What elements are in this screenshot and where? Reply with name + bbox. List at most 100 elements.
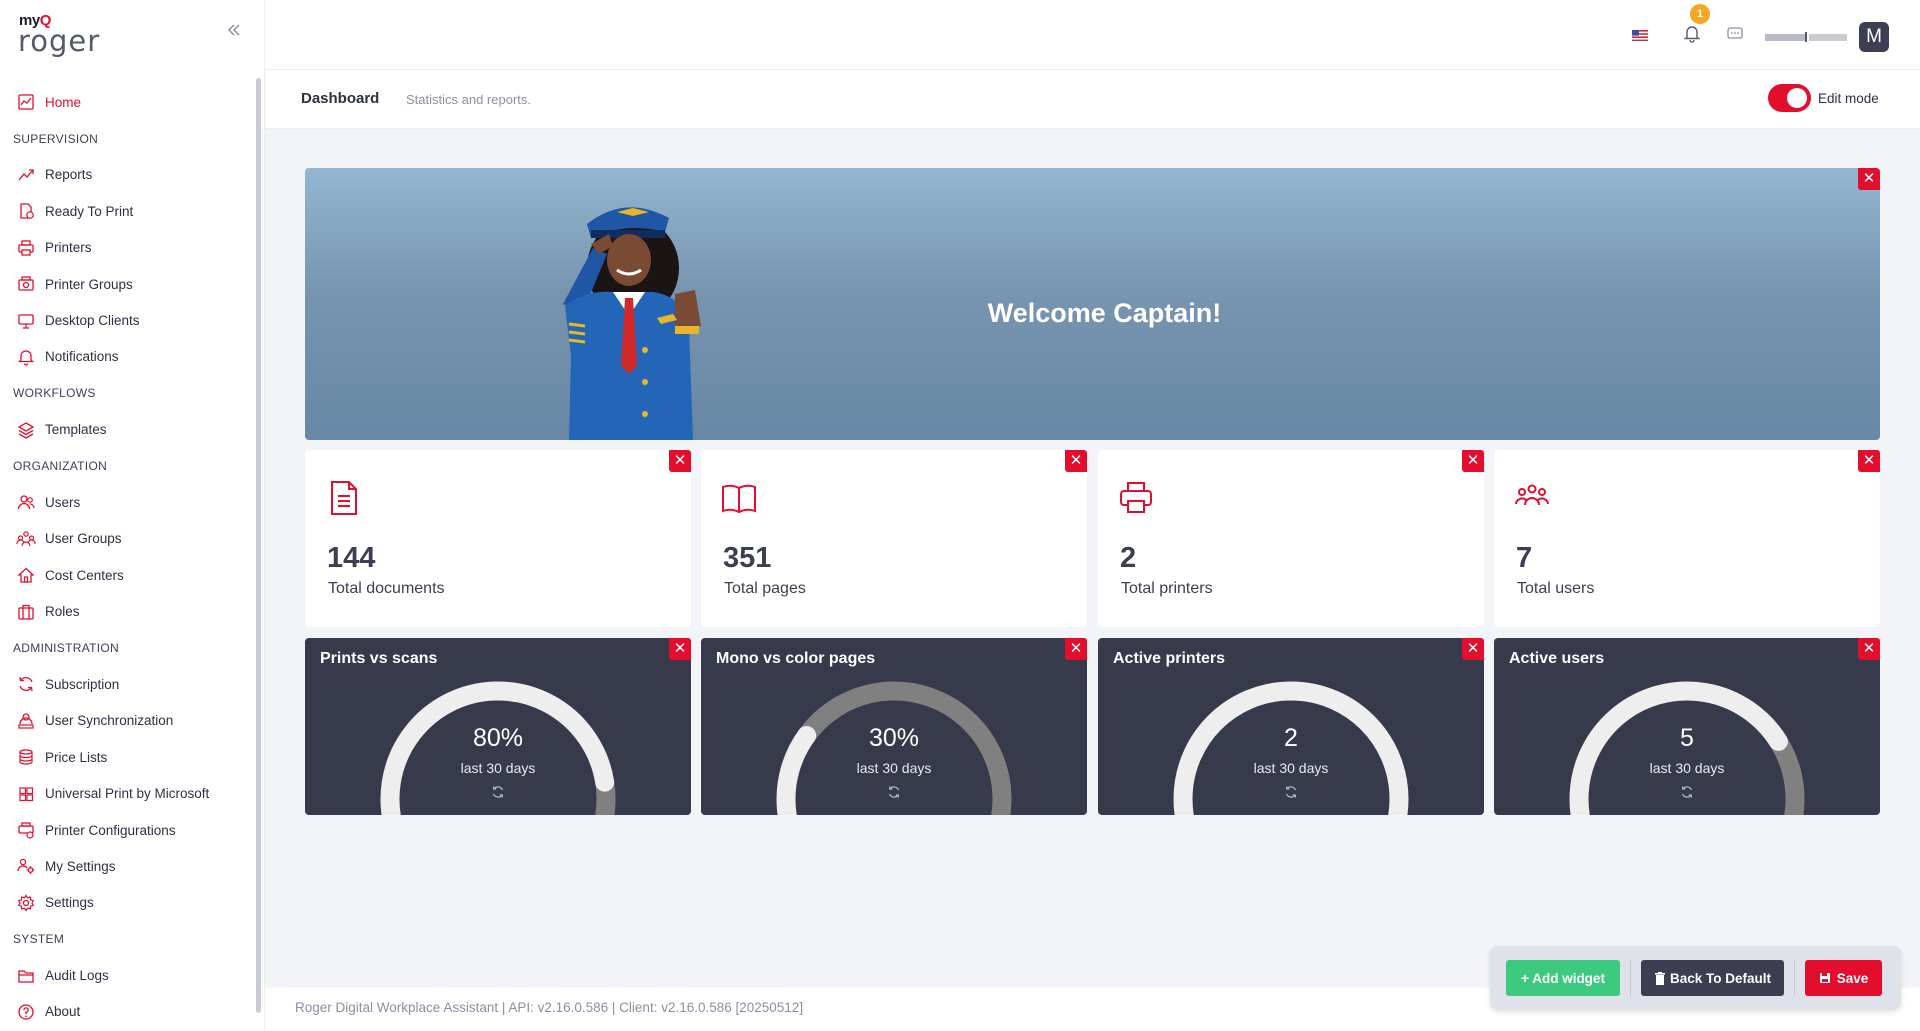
redacted-username[interactable] bbox=[1765, 30, 1865, 42]
remove-widget-close-icon[interactable]: ✕ bbox=[1858, 168, 1880, 190]
sidebar-item-printer-groups[interactable]: Printer Groups bbox=[0, 266, 252, 302]
stat-value: 7 bbox=[1516, 542, 1533, 574]
sidebar-item-universal-print-by-microsoft[interactable]: Universal Print by Microsoft bbox=[0, 775, 252, 811]
sidebar-item-label: Reports bbox=[45, 167, 93, 183]
sidebar-item-price-lists[interactable]: Price Lists bbox=[0, 739, 252, 775]
edit-action-bar: + Add widget Back To Default Save bbox=[1490, 946, 1901, 1010]
users-icon bbox=[16, 492, 36, 512]
sidebar-item-label: Printers bbox=[45, 240, 92, 256]
notification-count-badge: 1 bbox=[1690, 4, 1710, 24]
save-disk-icon bbox=[1819, 973, 1830, 983]
notifications-bell-icon[interactable] bbox=[1681, 22, 1703, 44]
remove-widget-close-icon[interactable]: ✕ bbox=[1065, 638, 1087, 660]
sidebar-item-printers[interactable]: Printers bbox=[0, 230, 252, 266]
file-clock-icon bbox=[16, 201, 36, 221]
sidebar-item-templates[interactable]: Templates bbox=[0, 412, 252, 448]
sidebar-item-label: Printer Groups bbox=[45, 276, 133, 292]
remove-widget-close-icon[interactable]: ✕ bbox=[669, 638, 691, 660]
sidebar-item-label: Subscription bbox=[45, 676, 120, 692]
printer-icon bbox=[1116, 478, 1156, 518]
back-to-default-label: Back To Default bbox=[1669, 970, 1772, 986]
windows-icon bbox=[16, 784, 36, 804]
myq-roger-logo[interactable]: myQ roger bbox=[18, 12, 108, 58]
gauge-value: 5 bbox=[1680, 724, 1694, 752]
sidebar-item-label: About bbox=[45, 1004, 81, 1020]
bell-icon bbox=[16, 347, 36, 367]
stat-label: Total printers bbox=[1121, 580, 1213, 597]
sidebar-item-cost-centers[interactable]: Cost Centers bbox=[0, 557, 252, 593]
gauge-remaining-arc bbox=[797, 681, 1012, 815]
refresh-icon[interactable] bbox=[886, 784, 902, 800]
sidebar-item-users[interactable]: Users bbox=[0, 484, 252, 520]
add-widget-button[interactable]: + Add widget bbox=[1506, 960, 1620, 996]
chat-icon[interactable] bbox=[1725, 24, 1745, 44]
sidebar-item-reports[interactable]: Reports bbox=[0, 157, 252, 193]
gauge-card: Prints vs scans 80% last 30 days ✕ bbox=[305, 638, 691, 815]
gauge-value: 30% bbox=[868, 724, 920, 752]
remove-widget-close-icon[interactable]: ✕ bbox=[1858, 638, 1880, 660]
toggle-knob bbox=[1787, 88, 1807, 108]
coins-icon bbox=[16, 747, 36, 767]
topbar: 1 M bbox=[265, 0, 1920, 70]
sidebar-item-printer-configurations[interactable]: Printer Configurations bbox=[0, 812, 252, 848]
sidebar-item-home[interactable]: Home bbox=[0, 84, 252, 120]
gear-icon bbox=[16, 893, 36, 913]
trash-icon bbox=[1654, 971, 1665, 985]
printer-group-icon bbox=[16, 274, 36, 294]
printer-icon bbox=[16, 238, 36, 258]
nav-section-heading: SYSTEM bbox=[13, 932, 65, 947]
remove-widget-close-icon[interactable]: ✕ bbox=[1462, 638, 1484, 660]
sidebar-item-audit-logs[interactable]: Audit Logs bbox=[0, 957, 252, 993]
gauge-value: 80% bbox=[472, 724, 524, 752]
sidebar-item-my-settings[interactable]: My Settings bbox=[0, 848, 252, 884]
sidebar-item-ready-to-print[interactable]: Ready To Print bbox=[0, 193, 252, 229]
sidebar-scrollbar[interactable] bbox=[256, 78, 261, 1013]
back-to-default-button[interactable]: Back To Default bbox=[1641, 960, 1784, 996]
refresh-icon[interactable] bbox=[1283, 784, 1299, 800]
page-subtitle: Statistics and reports. bbox=[406, 92, 531, 107]
stat-value: 351 bbox=[723, 542, 772, 574]
save-button[interactable]: Save bbox=[1805, 960, 1882, 996]
collapse-sidebar-icon[interactable] bbox=[224, 20, 244, 40]
version-info: Roger Digital Workplace Assistant | API:… bbox=[295, 1000, 804, 1015]
refresh-icon[interactable] bbox=[490, 784, 506, 800]
stat-card: 351 Total pages ✕ bbox=[701, 450, 1087, 627]
welcome-banner: Welcome Captain! ✕ bbox=[305, 168, 1880, 440]
sidebar-item-notifications[interactable]: Notifications bbox=[0, 339, 252, 375]
sidebar-item-label: Printer Configurations bbox=[45, 822, 176, 838]
stat-card: 144 Total documents ✕ bbox=[305, 450, 691, 627]
stat-label: Total documents bbox=[328, 580, 445, 597]
sidebar-item-label: Universal Print by Microsoft bbox=[45, 786, 210, 802]
sidebar-item-about[interactable]: About bbox=[0, 994, 252, 1030]
edit-mode-label: Edit mode bbox=[1818, 91, 1879, 106]
sidebar-item-user-synchronization[interactable]: User Synchronization bbox=[0, 703, 252, 739]
gauge-value: 2 bbox=[1284, 724, 1298, 752]
book-icon bbox=[719, 478, 759, 518]
remove-widget-close-icon[interactable]: ✕ bbox=[1462, 450, 1484, 472]
sidebar-item-label: Cost Centers bbox=[45, 567, 124, 583]
sidebar-nav: Home SUPERVISION Reports Ready To Print Prin… bbox=[0, 84, 252, 1030]
sidebar-item-label: Price Lists bbox=[45, 749, 108, 765]
sidebar-item-desktop-clients[interactable]: Desktop Clients bbox=[0, 302, 252, 338]
banner-title: Welcome Captain! bbox=[987, 298, 1222, 328]
home-icon bbox=[16, 565, 36, 585]
edit-mode-toggle[interactable] bbox=[1768, 84, 1811, 112]
sidebar-item-label: Templates bbox=[45, 422, 107, 438]
sidebar-item-roles[interactable]: Roles bbox=[0, 593, 252, 629]
chart-line-icon bbox=[16, 92, 36, 112]
sidebar-item-user-groups[interactable]: User Groups bbox=[0, 521, 252, 557]
nav-section-heading: SUPERVISION bbox=[13, 131, 99, 146]
sidebar-item-settings[interactable]: Settings bbox=[0, 885, 252, 921]
us-flag-icon[interactable] bbox=[1632, 28, 1648, 41]
remove-widget-close-icon[interactable]: ✕ bbox=[1065, 450, 1087, 472]
printer-config-icon bbox=[16, 820, 36, 840]
gauge-period: last 30 days bbox=[460, 760, 536, 776]
user-avatar[interactable]: M bbox=[1859, 22, 1889, 52]
remove-widget-close-icon[interactable]: ✕ bbox=[669, 450, 691, 472]
sidebar: myQ roger Home SUPERVISION Reports Ready To… bbox=[0, 0, 265, 1031]
remove-widget-close-icon[interactable]: ✕ bbox=[1858, 450, 1880, 472]
sidebar-item-subscription[interactable]: Subscription bbox=[0, 666, 252, 702]
refresh-icon[interactable] bbox=[1679, 784, 1695, 800]
stat-value: 2 bbox=[1120, 542, 1137, 574]
sidebar-item-label: Notifications bbox=[45, 349, 119, 365]
